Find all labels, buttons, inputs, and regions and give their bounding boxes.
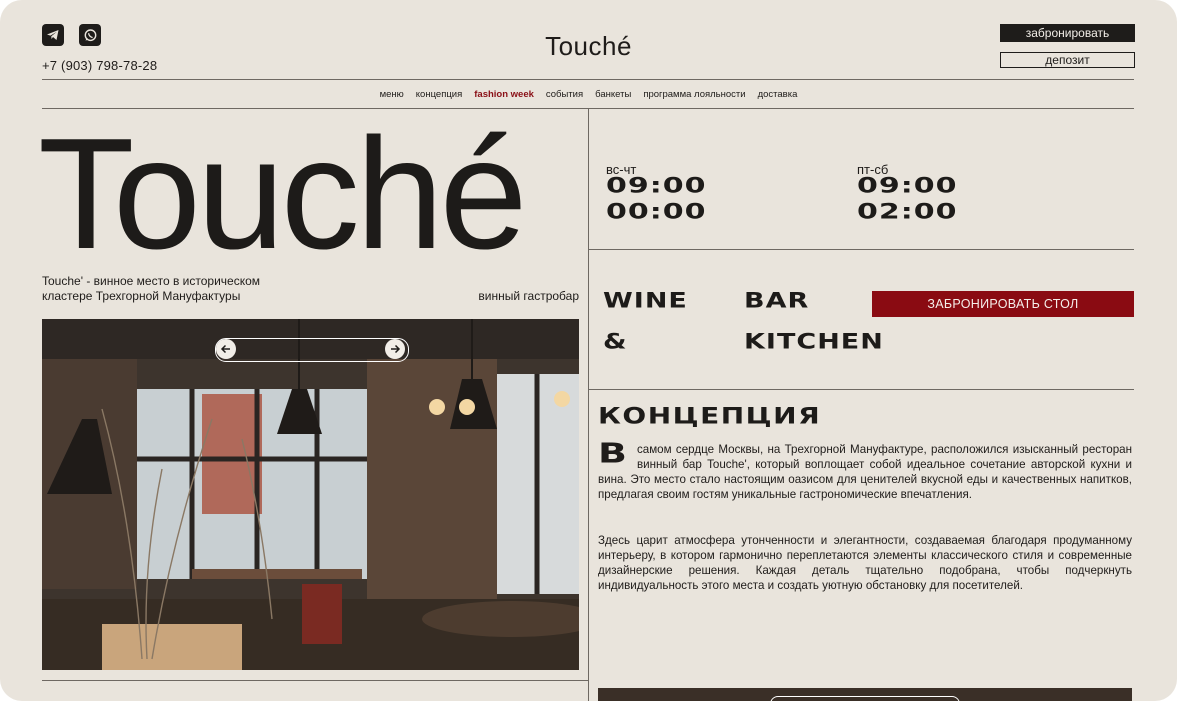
concept-dropcap: В — [598, 437, 627, 469]
concept-text-1: самом сердце Москвы, на Трехгорной Мануф… — [598, 443, 1132, 501]
nav-item-меню[interactable]: меню — [380, 89, 404, 100]
nav-item-банкеты[interactable]: банкеты — [595, 89, 631, 100]
book-button[interactable]: забронировать — [1000, 24, 1135, 42]
divider — [42, 680, 588, 681]
photo-slider-control — [770, 696, 960, 701]
divider — [589, 389, 1134, 390]
concept-paragraph-1: Всамом сердце Москвы, на Трехгорной Ману… — [598, 437, 1132, 502]
bar-word: BAR — [744, 289, 810, 314]
nav-item-события[interactable]: события — [546, 89, 583, 100]
nav-item-программа-лояльности[interactable]: программа лояльности — [643, 89, 745, 100]
arrow-right-icon[interactable] — [385, 339, 405, 359]
concept-paragraph-2: Здесь царит атмосфера утонченности и эле… — [598, 534, 1132, 592]
weekdays-open-time: 09:00 — [606, 173, 707, 199]
arrow-left-icon[interactable] — [216, 339, 236, 359]
nav-item-доставка[interactable]: доставка — [758, 89, 798, 100]
nav-item-fashion-week[interactable]: fashion week — [474, 89, 534, 100]
column-divider — [588, 109, 589, 701]
main-nav: меню концепция fashion week события банкеты п… — [0, 89, 1177, 100]
second-photo — [598, 688, 1132, 701]
deposit-button[interactable]: депозит — [1000, 52, 1135, 68]
page-frame: +7 (903) 798-78-28 Touché забронировать … — [0, 0, 1177, 701]
restaurant-photo-illustration — [42, 319, 579, 670]
divider — [589, 249, 1134, 250]
hero-tag: винный гастробар — [478, 289, 579, 303]
kitchen-word: KITCHEN — [744, 330, 884, 355]
weekend-open-time: 09:00 — [857, 173, 958, 199]
hero-description: Touche' - винное место в историческом кл… — [42, 274, 261, 303]
weekdays-close-time: 00:00 — [606, 199, 707, 225]
nav-item-концепция[interactable]: концепция — [416, 89, 462, 100]
book-table-button[interactable]: ЗАБРОНИРОВАТЬ СТОЛ — [872, 291, 1134, 317]
photo-slider-control — [215, 338, 409, 362]
weekend-close-time: 02:00 — [857, 199, 958, 225]
hero-title: Touché — [38, 106, 527, 282]
wine-word: WINE — [603, 289, 688, 314]
divider — [42, 79, 1134, 80]
concept-title: КОНЦЕПЦИЯ — [598, 403, 822, 429]
ampersand: & — [603, 330, 628, 355]
restaurant-photo — [42, 319, 579, 670]
